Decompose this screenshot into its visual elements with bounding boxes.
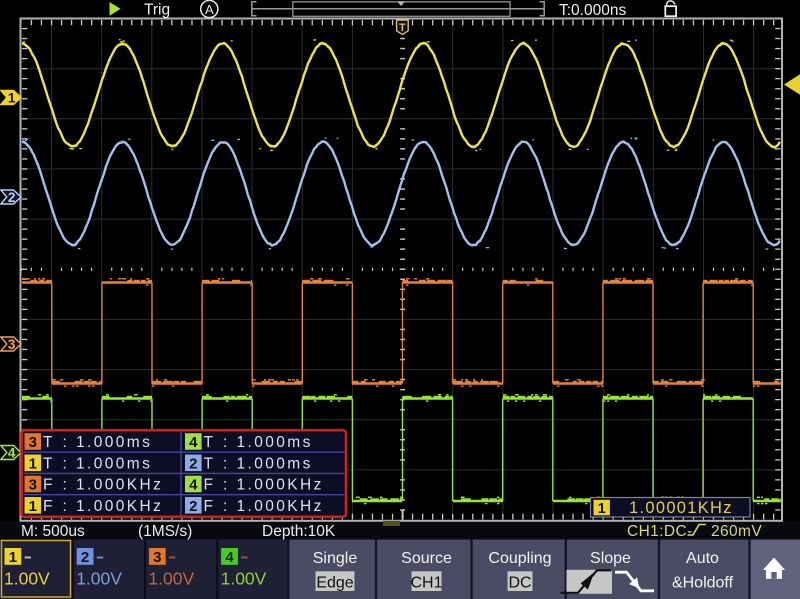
svg-text:Coupling: Coupling bbox=[488, 550, 551, 567]
svg-text:1: 1 bbox=[9, 549, 17, 566]
svg-text:Single: Single bbox=[313, 550, 358, 567]
svg-text:Edge: Edge bbox=[316, 574, 353, 591]
svg-text:T: T bbox=[399, 22, 406, 34]
svg-text:1: 1 bbox=[598, 501, 606, 517]
svg-text:F: F bbox=[43, 477, 52, 494]
svg-text:2: 2 bbox=[8, 190, 16, 205]
svg-text:1: 1 bbox=[29, 498, 37, 515]
svg-text:1.000KHz: 1.000KHz bbox=[76, 498, 163, 515]
svg-text:T: T bbox=[204, 455, 214, 472]
svg-text:F: F bbox=[204, 477, 213, 494]
svg-text::: : bbox=[63, 498, 67, 515]
svg-text:T: T bbox=[43, 434, 53, 451]
svg-text:1.000KHz: 1.000KHz bbox=[237, 498, 324, 515]
svg-text:CH1: CH1 bbox=[410, 574, 442, 591]
svg-text:2: 2 bbox=[189, 456, 197, 473]
svg-text:1.00V: 1.00V bbox=[76, 569, 122, 589]
svg-text:(1MS/s): (1MS/s) bbox=[138, 523, 192, 540]
svg-text:1.00V: 1.00V bbox=[4, 569, 50, 589]
svg-text::: : bbox=[223, 455, 227, 472]
svg-text:CH1:DC-: CH1:DC- bbox=[627, 523, 693, 540]
svg-text:1: 1 bbox=[29, 456, 37, 473]
svg-text:4: 4 bbox=[189, 434, 198, 451]
svg-text:1.000KHz: 1.000KHz bbox=[237, 477, 324, 494]
svg-text:3: 3 bbox=[8, 337, 16, 352]
svg-text::: : bbox=[63, 477, 67, 494]
svg-text::: : bbox=[63, 455, 67, 472]
svg-text:3: 3 bbox=[29, 477, 37, 494]
svg-text:3: 3 bbox=[29, 434, 37, 451]
svg-text:Depth:10K: Depth:10K bbox=[262, 523, 336, 540]
svg-text:1.00001KHz: 1.00001KHz bbox=[629, 499, 733, 517]
svg-text:T: T bbox=[43, 455, 53, 472]
svg-text:4: 4 bbox=[225, 549, 234, 566]
svg-text:A: A bbox=[205, 2, 214, 17]
svg-text:1.000ms: 1.000ms bbox=[76, 455, 152, 472]
svg-text:T: T bbox=[204, 434, 214, 451]
svg-text:1.000KHz: 1.000KHz bbox=[76, 477, 163, 494]
svg-text::: : bbox=[63, 434, 67, 451]
svg-text:F: F bbox=[204, 498, 213, 515]
svg-text:1.00V: 1.00V bbox=[148, 569, 194, 589]
svg-text:2: 2 bbox=[81, 549, 89, 566]
svg-text:4: 4 bbox=[8, 446, 16, 461]
svg-text:Auto: Auto bbox=[686, 550, 719, 567]
svg-text:1.00V: 1.00V bbox=[221, 569, 267, 589]
svg-text:4: 4 bbox=[189, 477, 198, 494]
svg-text:T:0.000ns: T:0.000ns bbox=[559, 2, 626, 19]
svg-text:Source: Source bbox=[401, 550, 452, 567]
svg-text:2: 2 bbox=[189, 498, 197, 515]
svg-text:M: 500us: M: 500us bbox=[21, 523, 85, 540]
svg-text:1.000ms: 1.000ms bbox=[76, 434, 152, 451]
svg-text:1: 1 bbox=[8, 91, 16, 106]
svg-text:260mV: 260mV bbox=[711, 523, 762, 540]
svg-text::: : bbox=[223, 434, 227, 451]
svg-text:1.000ms: 1.000ms bbox=[237, 434, 313, 451]
svg-text:&Holdoff: &Holdoff bbox=[672, 574, 734, 591]
svg-text:1.000ms: 1.000ms bbox=[237, 455, 313, 472]
svg-text::: : bbox=[223, 498, 227, 515]
svg-text::: : bbox=[223, 477, 227, 494]
svg-text:Trig: Trig bbox=[144, 2, 170, 19]
svg-text:Slope: Slope bbox=[590, 550, 631, 567]
svg-text:DC: DC bbox=[508, 574, 531, 591]
svg-text:F: F bbox=[43, 498, 52, 515]
svg-text:3: 3 bbox=[153, 549, 161, 566]
